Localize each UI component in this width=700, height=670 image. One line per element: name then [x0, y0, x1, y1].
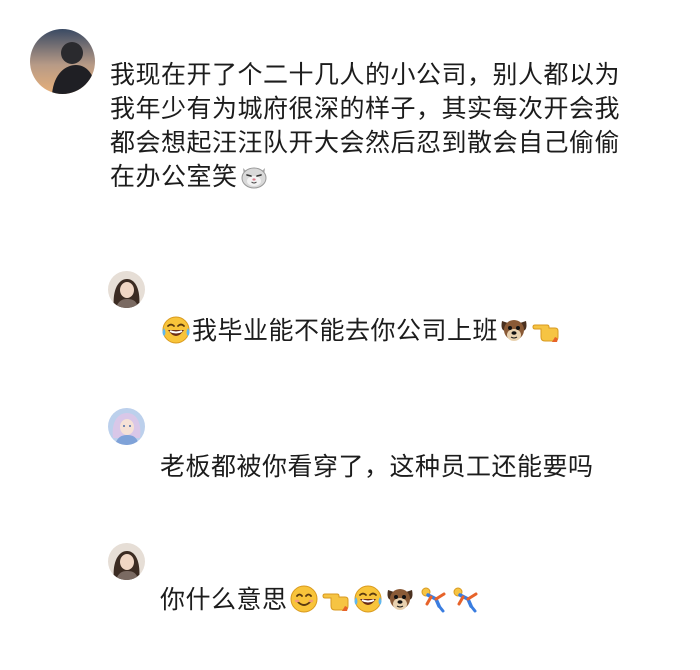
dog-face-icon: [499, 315, 529, 345]
dancing-figure-icon: [417, 584, 447, 614]
pointing-hand-icon: [531, 315, 561, 345]
comment-text: 老板都被你看穿了，这种员工还能要吗: [160, 452, 594, 481]
pointing-hand-icon: [321, 584, 351, 614]
comment-text: 你什么意思: [160, 585, 288, 614]
avatar[interactable]: [108, 271, 145, 308]
avatar-photo-icon: [108, 408, 145, 445]
avatar[interactable]: [30, 29, 95, 94]
comment-text-line: 我年少有为城府很深的样子，其实每次开会我: [110, 94, 621, 123]
comment-text-line: 我现在开了个二十几人的小公司，别人都以为: [110, 60, 621, 89]
dog-face-icon: [385, 584, 415, 614]
comment-thread-screen: { "comments": [ { "avatar": "avatar-phot…: [0, 0, 700, 670]
dancing-figure-icon: [449, 584, 479, 614]
avatar-photo-icon: [30, 29, 95, 94]
avatar-photo-icon: [108, 543, 145, 580]
avatar[interactable]: [108, 408, 145, 445]
avatar-photo-icon: [108, 271, 145, 308]
avatar[interactable]: [108, 543, 145, 580]
comment-text: 我毕业能不能去你公司上班: [192, 316, 499, 345]
comment-text-line: 都会想起汪汪队开大会然后忍到散会自己偷偷: [110, 128, 621, 157]
cat-face-icon: [239, 161, 269, 191]
smiling-face-icon: [289, 584, 319, 614]
laughing-tears-icon: [353, 584, 383, 614]
laughing-tears-icon: [161, 315, 191, 345]
comment-text-line: 在办公室笑: [110, 162, 238, 191]
